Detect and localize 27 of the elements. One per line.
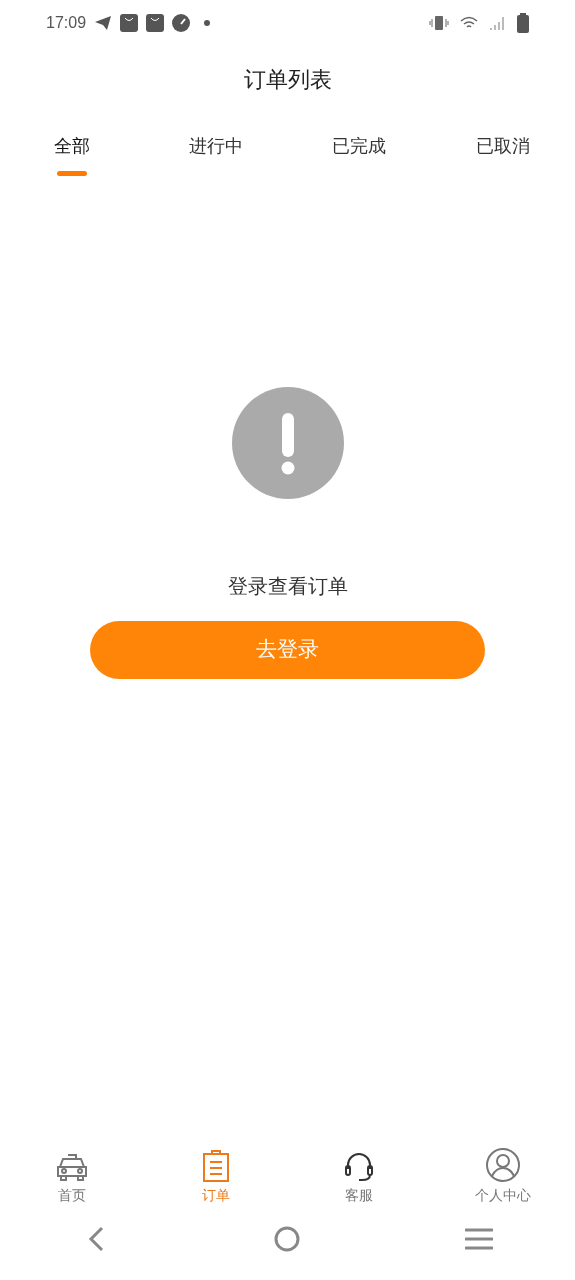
nav-tab[interactable]: 客服: [287, 1134, 432, 1206]
gauge-icon: [172, 14, 191, 32]
vibrate-icon: [429, 15, 449, 31]
order-tab[interactable]: 已完成: [287, 112, 432, 180]
order-tab[interactable]: 进行中: [143, 112, 288, 180]
status-time: 17:09: [46, 13, 87, 33]
login-button[interactable]: 去登录: [90, 621, 485, 679]
bag-icon: [120, 14, 139, 32]
menu-icon[interactable]: [465, 1228, 494, 1250]
home-icon[interactable]: [274, 1226, 301, 1252]
battery-icon: [517, 13, 529, 33]
back-icon[interactable]: [87, 1226, 104, 1252]
send-icon: [94, 15, 113, 31]
order-tab[interactable]: 已取消: [431, 112, 575, 180]
order-tab[interactable]: 全部: [0, 112, 144, 180]
headset-icon: [344, 1151, 375, 1183]
login-prompt: 登录查看订单: [227, 573, 348, 600]
page-title: 订单列表: [243, 65, 332, 94]
nav-tab[interactable]: 订单: [143, 1134, 288, 1206]
dot-icon: [204, 20, 211, 26]
nav-tab[interactable]: 首页: [0, 1134, 144, 1206]
warning-icon: [231, 387, 344, 499]
clipboard-icon: [200, 1149, 231, 1183]
nav-tab[interactable]: 个人中心: [431, 1134, 575, 1206]
user-icon: [485, 1147, 522, 1183]
signal-icon: [489, 15, 507, 31]
bag-icon: [146, 14, 165, 32]
